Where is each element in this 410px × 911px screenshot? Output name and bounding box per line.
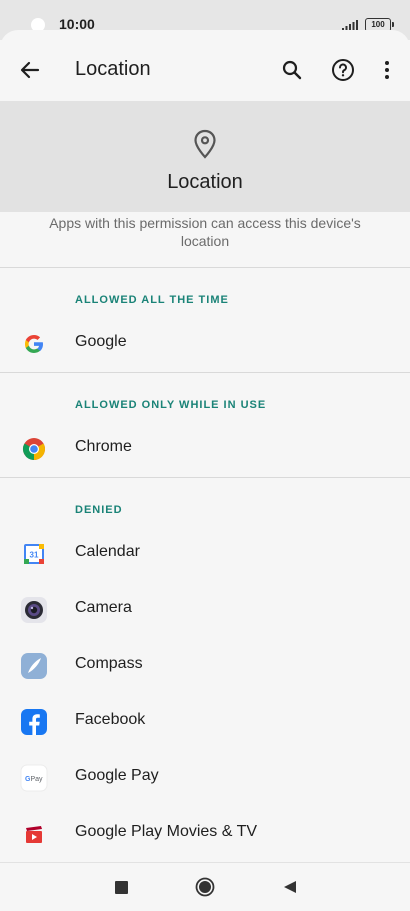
svg-text:Pay: Pay [31, 776, 44, 783]
help-button[interactable] [323, 50, 363, 90]
app-row-facebook[interactable]: Facebook [0, 694, 410, 750]
calendar-icon: 31 [24, 544, 44, 564]
search-button[interactable] [272, 50, 312, 90]
section-header-allowed-while-in-use: ALLOWED ONLY WHILE IN USE [75, 399, 267, 411]
navigation-bar [0, 862, 410, 911]
help-icon [332, 59, 354, 81]
more-vert-icon [385, 61, 389, 79]
home-button[interactable] [194, 876, 216, 898]
svg-text:31: 31 [30, 551, 39, 560]
app-row-compass[interactable]: Compass [0, 638, 410, 694]
google-icon [25, 335, 43, 353]
app-row-google-play-movies[interactable]: Google Play Movies & TV [0, 806, 410, 862]
compass-icon [21, 653, 47, 679]
section-header-allowed-all-time: ALLOWED ALL THE TIME [75, 294, 229, 306]
divider [0, 267, 410, 268]
page-title: Location [75, 58, 151, 80]
back-button[interactable] [10, 50, 50, 90]
app-row-chrome[interactable]: Chrome [0, 421, 410, 477]
app-label: Camera [75, 599, 132, 616]
recents-button[interactable] [110, 876, 132, 898]
divider [0, 372, 410, 373]
app-row-calendar[interactable]: 31 Calendar [0, 526, 410, 582]
camera-icon [21, 597, 47, 623]
banner-title: Location [167, 171, 243, 193]
app-row-google-pay[interactable]: G Pay Google Pay [0, 750, 410, 806]
divider [0, 477, 410, 478]
more-options-button[interactable] [367, 50, 407, 90]
app-label: Chrome [75, 438, 132, 455]
permission-description: Apps with this permission can access thi… [49, 215, 361, 249]
chrome-icon [23, 438, 45, 460]
google-pay-icon: G Pay [20, 764, 48, 792]
home-icon [195, 877, 215, 897]
back-nav-button[interactable] [279, 876, 301, 898]
section-header-denied: DENIED [75, 504, 123, 516]
google-play-movies-icon [26, 826, 42, 843]
app-label: Google [75, 333, 127, 350]
arrow-back-icon [20, 61, 40, 79]
app-label: Calendar [75, 543, 140, 560]
app-label: Compass [75, 655, 143, 672]
app-label: Google Play Movies & TV [75, 823, 258, 840]
app-row-camera[interactable]: Camera [0, 582, 410, 638]
facebook-icon [21, 709, 47, 735]
app-label: Google Pay [75, 767, 159, 784]
app-label: Facebook [75, 711, 146, 728]
search-icon [282, 60, 302, 80]
back-triangle-icon [284, 881, 296, 893]
app-row-google[interactable]: Google [0, 316, 410, 372]
location-pin-icon [194, 129, 216, 159]
recents-icon [114, 880, 128, 894]
